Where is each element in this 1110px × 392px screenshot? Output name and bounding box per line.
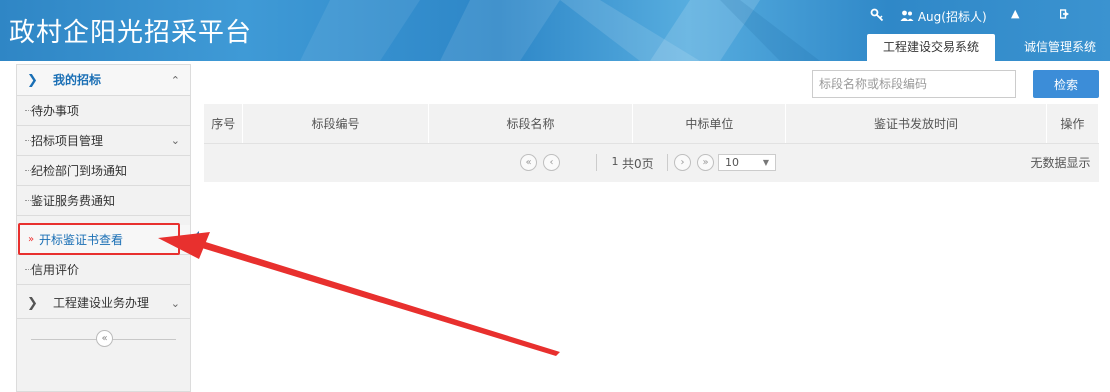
active-indicator: [190, 231, 199, 249]
sidebar-item-todo[interactable]: 待办事项: [17, 96, 190, 126]
annotation-arrow-shaft: [192, 239, 560, 356]
app-title: 政村企阳光招采平台: [9, 18, 253, 48]
user-icon: [900, 10, 918, 24]
left-icon: ‹: [549, 157, 554, 168]
sort-caret-icon[interactable]: ▲: [1011, 7, 1019, 20]
double-left-icon: «: [101, 333, 108, 344]
col-header-section-code: 标段编号: [242, 104, 429, 144]
page-size-select[interactable]: 10 ▼: [718, 154, 776, 171]
sidebar-group-business[interactable]: ❯ 工程建设业务办理 ⌄: [17, 288, 190, 319]
chevron-down-icon: ⌄: [170, 134, 180, 147]
pagination-cell: « ‹ 1 共0页 › » 10 ▼ 无数据显示: [204, 143, 1099, 182]
divider: [667, 154, 668, 171]
app-header: 政村企阳光招采平台 Aug(招标人) ▲ 工程建设交易系统 诚信管理系统: [0, 0, 1110, 61]
col-header-section-name: 标段名称: [428, 104, 634, 144]
search-input[interactable]: [812, 70, 1016, 98]
sidebar-item-label: 开标鉴证书查看: [39, 233, 124, 247]
chevron-right-icon: ❯: [27, 296, 38, 311]
double-left-icon: «: [525, 157, 532, 168]
sidebar-item-credit-evaluation[interactable]: 信用评价: [17, 255, 190, 285]
col-header-index: 序号: [204, 104, 244, 144]
collapse-sidebar-button[interactable]: «: [96, 330, 113, 347]
double-right-marker-icon: »: [28, 234, 35, 245]
results-table: 序号 标段编号 标段名称 中标单位 鉴证书发放时间 操作 « ‹ 1 共0页 ›…: [204, 104, 1100, 182]
sidebar-group-my-tenders[interactable]: ❯ 我的招标 ⌃: [17, 65, 190, 96]
sidebar-item-label: 待办事项: [31, 104, 80, 118]
sidebar-item-label: 纪检部门到场通知: [31, 164, 128, 178]
sidebar-item-discipline-notice[interactable]: 纪检部门到场通知: [17, 156, 190, 186]
logout-icon[interactable]: [1059, 8, 1072, 23]
table-footer-row: « ‹ 1 共0页 › » 10 ▼ 无数据显示: [204, 143, 1099, 182]
table-header-row: 序号 标段编号 标段名称 中标单位 鉴证书发放时间 操作: [204, 104, 1100, 144]
sidebar-group-label: 我的招标: [53, 73, 102, 87]
sidebar-item-project-management[interactable]: 招标项目管理 ⌄: [17, 126, 190, 156]
sidebar: ❯ 我的招标 ⌃ 待办事项 招标项目管理 ⌄ 纪检部门到场通知 鉴证服务费通知 …: [16, 64, 199, 392]
chevron-up-icon: ⌃: [170, 74, 180, 87]
col-header-actions: 操作: [1046, 104, 1100, 144]
user-name: Aug(招标人): [917, 10, 987, 24]
col-header-issue-time: 鉴证书发放时间: [785, 104, 1047, 144]
tab-credit-management[interactable]: 诚信管理系统: [1010, 34, 1110, 61]
tab-engineering-trading[interactable]: 工程建设交易系统: [867, 34, 995, 61]
col-header-winning-bidder: 中标单位: [632, 104, 787, 144]
no-data-text: 无数据显示: [1030, 156, 1091, 170]
last-page-button[interactable]: »: [697, 154, 714, 171]
total-pages-text: 共0页: [622, 157, 654, 171]
sidebar-item-label: 招标项目管理: [31, 134, 104, 148]
prev-page-button[interactable]: ‹: [543, 154, 560, 171]
double-right-icon: »: [702, 157, 709, 168]
right-icon: ›: [680, 157, 685, 168]
search-button[interactable]: 检索: [1033, 70, 1099, 98]
page-size-value: 10: [725, 156, 739, 169]
dropdown-arrow-icon: ▼: [762, 158, 769, 167]
sidebar-item-label: 鉴证服务费通知: [31, 194, 116, 208]
chevron-right-icon: ❯: [27, 73, 38, 88]
user-menu[interactable]: Aug(招标人): [900, 8, 987, 25]
first-page-button[interactable]: «: [520, 154, 537, 171]
sidebar-item-label: 信用评价: [31, 263, 80, 277]
chevron-down-icon: ⌄: [170, 297, 180, 310]
search-key-icon[interactable]: [870, 8, 884, 25]
sidebar-item-service-fee-notice[interactable]: 鉴证服务费通知: [17, 186, 190, 216]
sidebar-group-label: 工程建设业务办理: [53, 296, 150, 310]
sidebar-collapse-row: «: [17, 319, 190, 359]
next-page-button[interactable]: ›: [674, 154, 691, 171]
sidebar-item-certificate-view[interactable]: » 开标鉴证书查看: [17, 225, 199, 255]
divider: [596, 154, 597, 171]
